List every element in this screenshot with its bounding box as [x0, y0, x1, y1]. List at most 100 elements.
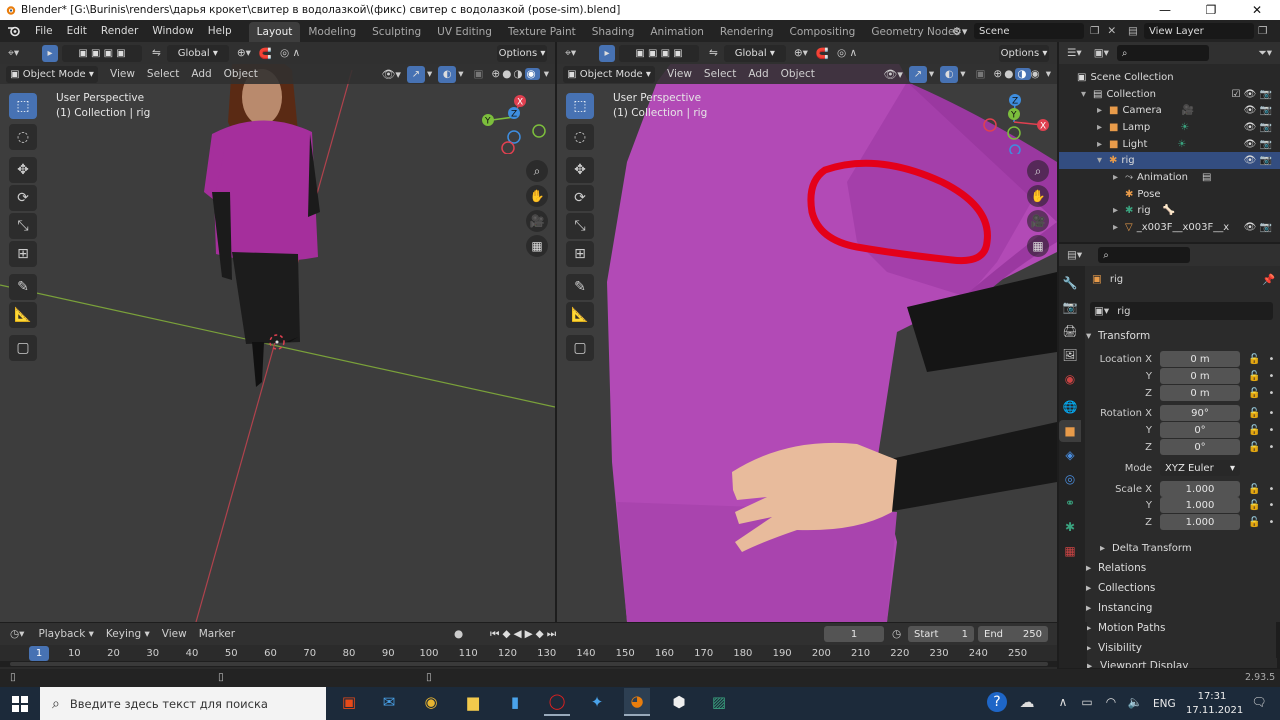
help-icon[interactable]: ? — [984, 688, 1010, 716]
lock-icon[interactable]: 🔓 — [1248, 517, 1260, 528]
viewport-menu-object[interactable]: Object — [218, 68, 264, 80]
view-layer-tab-icon[interactable]: 🖼 — [1059, 344, 1081, 366]
world-tab-icon[interactable]: 🌐 — [1059, 396, 1081, 418]
add-cube-tool-icon[interactable]: ▢ — [566, 335, 594, 361]
tab-compositing[interactable]: Compositing — [782, 22, 864, 42]
shading-mode-buttons[interactable]: ⊕●◑◉ — [491, 68, 540, 80]
proportional-edit-icon[interactable]: ◎ ∧ — [837, 47, 857, 59]
file-explorer-icon[interactable]: ▆ — [460, 688, 486, 716]
overlay-toggle-icon[interactable]: ◐ — [438, 65, 457, 83]
show-hidden-icons-icon[interactable]: ∧ — [1050, 688, 1076, 716]
add-cube-tool-icon[interactable]: ▢ — [9, 335, 37, 361]
keyframe-dot-icon[interactable]: • — [1268, 388, 1274, 399]
object-tab-icon[interactable]: ■ — [1059, 420, 1081, 442]
mesh-visibility-icons[interactable]: 👁 📷 — [1244, 222, 1272, 233]
expand-arrow-icon[interactable]: ▸ — [1097, 105, 1109, 116]
cursor-tool-icon[interactable]: ◌ — [9, 124, 37, 150]
location-y-field[interactable]: 0 m — [1160, 368, 1240, 384]
lock-icon[interactable]: 🔓 — [1248, 371, 1260, 382]
onedrive-cloud-icon[interactable]: ☁ — [1014, 688, 1040, 716]
end-frame-field[interactable]: End 250 — [978, 626, 1048, 642]
zoom-icon[interactable]: ⌕ — [1027, 160, 1049, 182]
shading-dropdown-icon[interactable]: ▾ — [1046, 68, 1051, 80]
opera-app-icon[interactable]: ◯ — [544, 688, 570, 716]
tab-shading[interactable]: Shading — [584, 22, 643, 42]
viewport-menu-add[interactable]: Add — [185, 68, 217, 80]
pin-icon[interactable]: 📌 — [1262, 273, 1275, 286]
keyframe-dot-icon[interactable]: • — [1268, 484, 1274, 495]
visibility-icon[interactable]: 👁▾ — [381, 68, 401, 81]
expand-arrow-icon[interactable]: ▸ — [1113, 172, 1125, 183]
pan-hand-icon[interactable]: ✋ — [1027, 185, 1049, 207]
scene-selector[interactable]: ⚙▾ Scene ❐ ✕ — [952, 23, 1116, 39]
lock-icon[interactable]: 🔓 — [1248, 388, 1260, 399]
outliner-row-lamp[interactable]: ▸ ■ Lamp ☀ 👁 📷 — [1059, 119, 1280, 136]
viewport-menu-add[interactable]: Add — [742, 68, 774, 80]
lock-icon[interactable]: 🔓 — [1248, 408, 1260, 419]
relations-panel-header[interactable]: ▸ Relations — [1086, 558, 1276, 578]
viewport-menu-object[interactable]: Object — [775, 68, 821, 80]
rotate-tool-icon[interactable]: ⟳ — [566, 185, 594, 211]
windows-start-icon[interactable] — [0, 687, 40, 720]
filter-icon[interactable]: ⏷▾ — [1258, 47, 1272, 60]
keyframe-dot-icon[interactable]: • — [1268, 408, 1274, 419]
keyframe-dot-icon[interactable]: • — [1268, 354, 1274, 365]
expand-arrow-icon[interactable]: ▸ — [1113, 205, 1125, 216]
office-app-icon[interactable]: ▣ — [336, 688, 362, 716]
right-3d-viewport[interactable]: ⌖▾ ▸ ▣ ▣ ▣ ▣ ⇋ Global ▾ ⊕▾ 🧲 ◎ ∧ Options… — [557, 42, 1057, 622]
select-tool-button[interactable]: ▸ — [42, 44, 58, 62]
overlay-dropdown-icon[interactable]: ▾ — [960, 68, 965, 80]
keyframe-dot-icon[interactable]: • — [1268, 442, 1274, 453]
scale-x-field[interactable]: 1.000 — [1160, 481, 1240, 497]
tab-rendering[interactable]: Rendering — [712, 22, 782, 42]
select-box-tool-icon[interactable]: ⬚ — [566, 93, 594, 119]
expand-arrow-icon[interactable]: ▸ — [1097, 139, 1109, 150]
lamp-visibility-icons[interactable]: 👁 📷 — [1244, 122, 1272, 133]
timeline-editor-icon[interactable]: ◷▾ — [10, 628, 24, 640]
viewport-menu-view[interactable]: View — [661, 68, 698, 80]
cursor-tool-icon[interactable]: ◌ — [566, 124, 594, 150]
pivot-icon[interactable]: ⊕▾ — [794, 47, 808, 59]
scale-z-field[interactable]: 1.000 — [1160, 514, 1240, 530]
shading-mode-buttons[interactable]: ⊕●◑◉ — [993, 68, 1041, 80]
collection-visibility-icons[interactable]: ☑ 👁 📷 — [1232, 89, 1272, 100]
viewport-menu-select[interactable]: Select — [141, 68, 185, 80]
gizmo-dropdown-icon[interactable]: ▾ — [427, 68, 432, 80]
outliner-row-mesh[interactable]: ▸ ▽ _x003F__x003F__x 👁 📷 — [1059, 219, 1280, 236]
camera-view-icon[interactable]: 🎥 — [1027, 210, 1049, 232]
annotate-tool-icon[interactable]: ✎ — [9, 274, 37, 300]
rotation-y-field[interactable]: 0° — [1160, 422, 1240, 438]
outliner-search-field[interactable]: ⌕ — [1116, 45, 1209, 61]
transform-panel-header[interactable]: ▾ Transform — [1086, 326, 1276, 346]
measure-tool-icon[interactable]: 📐 — [9, 302, 37, 328]
lock-icon[interactable]: 🔓 — [1248, 354, 1260, 365]
menu-file[interactable]: File — [28, 20, 60, 42]
location-z-field[interactable]: 0 m — [1160, 385, 1240, 401]
xray-icon[interactable]: ▣ — [975, 68, 985, 80]
copy-view-layer-icon[interactable]: ❐ — [1258, 25, 1267, 37]
timeline-menu-keying[interactable]: Keying ▾ — [100, 628, 156, 640]
gizmo-toggle-icon[interactable]: ↗ — [406, 65, 425, 83]
move-tool-icon[interactable]: ✥ — [9, 157, 37, 183]
delete-scene-icon[interactable]: ✕ — [1107, 25, 1116, 37]
gizmo-dropdown-icon[interactable]: ▾ — [929, 68, 934, 80]
expand-arrow-icon[interactable]: ▾ — [1081, 89, 1093, 100]
expand-arrow-icon[interactable]: ▸ — [1113, 222, 1125, 233]
taskbar-search-box[interactable]: ⌕ Введите здесь текст для поиска — [40, 687, 326, 720]
scrollbar-thumb[interactable] — [10, 662, 1048, 666]
chrome-app-icon[interactable]: ◉ — [418, 688, 444, 716]
measure-tool-icon[interactable]: 📐 — [566, 302, 594, 328]
outliner-editor-icon[interactable]: ☰▾ — [1067, 47, 1082, 59]
editor-type-icon[interactable]: ⌖▾ — [565, 47, 591, 60]
xray-icon[interactable]: ▣ — [474, 68, 484, 80]
outliner-row-rig-data[interactable]: ▸ ✱ rig 🦴 — [1059, 203, 1280, 220]
rotate-tool-icon[interactable]: ⟳ — [9, 185, 37, 211]
scene-tab-icon[interactable]: ◉ — [1059, 368, 1081, 390]
annotate-tool-icon[interactable]: ✎ — [566, 274, 594, 300]
options-dropdown[interactable]: Options ▾ — [497, 44, 547, 62]
scale-tool-icon[interactable]: ⤡ — [9, 213, 37, 239]
motion-paths-panel-header[interactable]: ▸ Motion Paths — [1086, 618, 1276, 638]
volume-icon[interactable]: 🔈 — [1122, 688, 1148, 716]
copy-scene-icon[interactable]: ❐ — [1090, 25, 1099, 37]
zoom-icon[interactable]: ⌕ — [526, 160, 548, 182]
